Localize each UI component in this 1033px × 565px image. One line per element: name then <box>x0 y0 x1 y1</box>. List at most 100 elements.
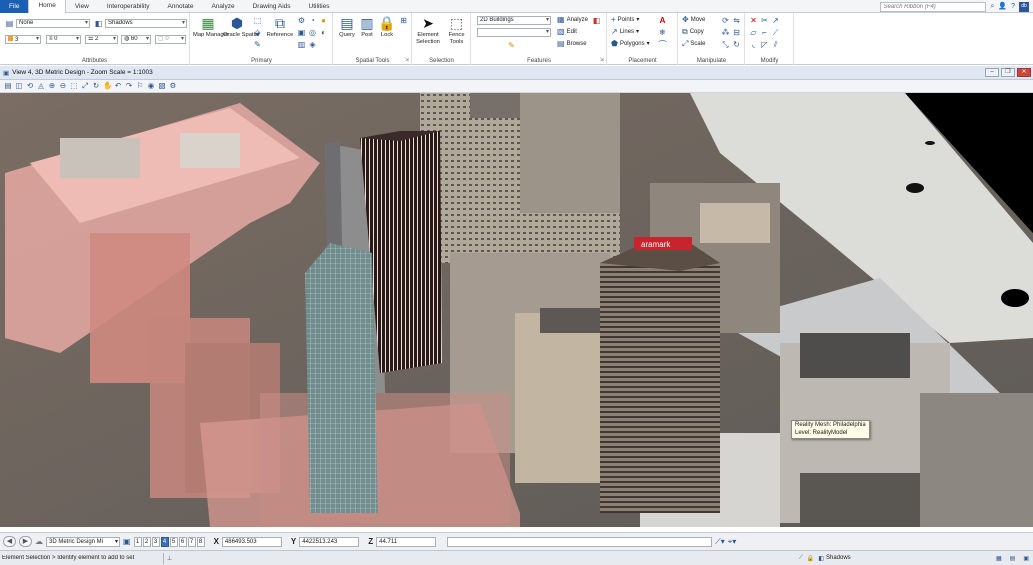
tab-interoperability[interactable]: Interoperability <box>98 0 159 13</box>
help-icon[interactable]: ? <box>1011 3 1015 10</box>
browse-button[interactable]: ▤ Browse <box>557 40 587 48</box>
design-viewport[interactable]: aramark Reality Mesh: Philadelphia Level… <box>0 93 1033 527</box>
snap-icon[interactable]: ⌖▾ <box>728 537 737 547</box>
tab-home[interactable]: Home <box>28 0 66 13</box>
view-display-icon[interactable]: ◫ <box>15 82 23 90</box>
color-combo[interactable]: 3 <box>5 35 41 44</box>
feature-delete-icon[interactable]: ◧ <box>592 16 601 25</box>
oracle-spatial-button[interactable]: ⬢ Oracle Spatial <box>223 15 259 39</box>
tool-icon-i[interactable]: ◈ <box>308 40 317 49</box>
features-launcher-icon[interactable]: ⇲ <box>600 57 604 63</box>
model-combo[interactable]: 3D Metric Design Mi ▾ <box>46 536 120 547</box>
view-next-icon[interactable]: ↷ <box>125 82 133 90</box>
walk-icon[interactable]: ⚐ <box>136 82 144 90</box>
style-combo[interactable]: ☰ 2 <box>85 35 118 44</box>
pan-icon[interactable]: ✋ <box>103 82 112 90</box>
feature-secondary-combo[interactable] <box>477 28 551 37</box>
user-icon[interactable]: 👤 <box>998 3 1007 10</box>
view-button-8[interactable]: 8 <box>196 536 205 547</box>
points-button[interactable]: + Points ▾ <box>611 16 639 24</box>
back-icon[interactable]: ◀ <box>3 536 16 547</box>
scale-button[interactable]: ⤢ Scale <box>682 40 705 48</box>
y-coordinate-field[interactable]: 4422513.243 <box>299 536 360 547</box>
forward-icon[interactable]: ▶ <box>19 536 32 547</box>
view-button-5[interactable]: 5 <box>169 536 178 547</box>
tool-icon-e[interactable]: ◔ <box>308 16 317 25</box>
post-button[interactable]: ▥ Post <box>357 15 377 39</box>
x-coordinate-field[interactable]: 486493.503 <box>221 536 282 547</box>
fit-view-icon[interactable]: ⤢ <box>81 82 89 90</box>
spatial-extra-icon[interactable]: ⊞ <box>399 16 408 25</box>
trim-icon[interactable]: ✂ <box>760 16 769 25</box>
minimize-icon[interactable]: – <box>985 68 999 77</box>
view-attributes-icon[interactable]: ▤ <box>4 82 12 90</box>
spin-icon[interactable]: ↻ <box>732 40 741 49</box>
snowflake-icon[interactable]: ❄ <box>658 28 667 37</box>
view-button-4[interactable]: 4 <box>160 536 169 547</box>
key-in-field[interactable] <box>447 536 713 547</box>
tool-icon-k[interactable]: ◐ <box>319 28 328 37</box>
weight-combo[interactable]: ≡ 0 <box>46 35 81 44</box>
arc-icon[interactable]: ⌒ <box>658 40 667 49</box>
feature-combo[interactable]: 2D Buildings <box>477 16 551 25</box>
rotate-view-icon[interactable]: ⟲ <box>26 82 34 90</box>
element-selection-button[interactable]: ➤ Element Selection <box>414 15 442 45</box>
analyze-button[interactable]: ▦ Analyze <box>557 16 588 24</box>
status-display-style[interactable]: Shadows <box>826 555 996 561</box>
level-combo[interactable]: None <box>16 19 90 28</box>
connect-icon[interactable]: db <box>1019 1 1029 12</box>
tab-view[interactable]: View <box>66 0 98 13</box>
tab-drawing-aids[interactable]: Drawing Aids <box>244 0 300 13</box>
clip-volume-icon[interactable]: ▧ <box>158 82 166 90</box>
map-manager-button[interactable]: ▦ Map Manager <box>193 15 229 39</box>
tool-icon-h[interactable]: ▥ <box>297 40 306 49</box>
partial-delete-icon[interactable]: ⌐ <box>760 28 769 37</box>
restore-icon[interactable]: ❐ <box>1001 68 1015 77</box>
view-button-7[interactable]: 7 <box>187 536 196 547</box>
views-icon[interactable]: ▣ <box>123 537 131 546</box>
copy-button[interactable]: ⧉ Copy <box>682 28 704 36</box>
feature-edit-pencil-icon[interactable]: ✎ <box>507 41 516 50</box>
edit-button[interactable]: ▧ Edit <box>557 28 577 36</box>
tool-icon-b[interactable]: ⬙ <box>253 28 262 37</box>
tool-icon-a[interactable]: ⬚ <box>253 16 262 25</box>
lines-button[interactable]: ↗ Lines ▾ <box>611 28 639 36</box>
polygons-button[interactable]: ⬟ Polygons ▾ <box>611 40 650 48</box>
text-icon[interactable]: A <box>658 16 667 25</box>
view-button-1[interactable]: 1 <box>133 536 142 547</box>
tool-icon-g[interactable]: ◎ <box>308 28 317 37</box>
fence-tools-button[interactable]: ⬚ Fence Tools <box>443 15 470 45</box>
display-style-combo[interactable]: Shadows <box>105 19 187 28</box>
break-icon[interactable]: ⟋ <box>771 28 780 37</box>
tab-annotate[interactable]: Annotate <box>158 0 202 13</box>
tool-icon-c[interactable]: ✎ <box>253 40 262 49</box>
zoom-in-icon[interactable]: ⊕ <box>48 82 56 90</box>
ribbon-search-input[interactable] <box>880 1 987 12</box>
close-icon[interactable]: ✕ <box>1017 68 1031 77</box>
status-lock-icon[interactable]: ⟋ <box>799 555 803 562</box>
rotate-icon-view[interactable]: ↻ <box>92 82 100 90</box>
array-icon[interactable]: ⁂ <box>721 28 730 37</box>
window-area-icon[interactable]: ⬚ <box>70 82 78 90</box>
tool-icon-d[interactable]: ⚙ <box>297 16 306 25</box>
mirror-icon[interactable]: ⇋ <box>732 16 741 25</box>
view-button-2[interactable]: 2 <box>142 536 151 547</box>
view-settings-icon[interactable]: ⚙ <box>169 82 177 90</box>
search-options-icon[interactable]: ⌕ <box>990 3 994 10</box>
tool-icon-f[interactable]: ▣ <box>297 28 306 37</box>
spatial-launcher-icon[interactable]: ⇲ <box>405 57 409 63</box>
query-button[interactable]: ▤ Query <box>336 15 358 39</box>
accudraw-icon[interactable]: ⟋▾ <box>715 537 725 547</box>
tab-analyze[interactable]: Analyze <box>202 0 243 13</box>
tab-file[interactable]: File <box>0 0 29 13</box>
view-previous-icon[interactable]: ↶ <box>114 82 122 90</box>
align-icon[interactable]: ⊟ <box>732 28 741 37</box>
tool-icon-j[interactable]: ● <box>319 16 328 25</box>
status-grid-icon[interactable]: ▦ <box>996 555 1002 562</box>
view-button-3[interactable]: 3 <box>151 536 160 547</box>
status-padlock-icon[interactable]: 🔒 <box>807 555 814 562</box>
offset-icon[interactable]: ⫽ <box>771 40 780 49</box>
stretch-icon[interactable]: ⤡ <box>721 40 730 49</box>
view-perspective-icon[interactable]: ◬ <box>37 82 45 90</box>
rotate-icon[interactable]: ⟳ <box>721 16 730 25</box>
